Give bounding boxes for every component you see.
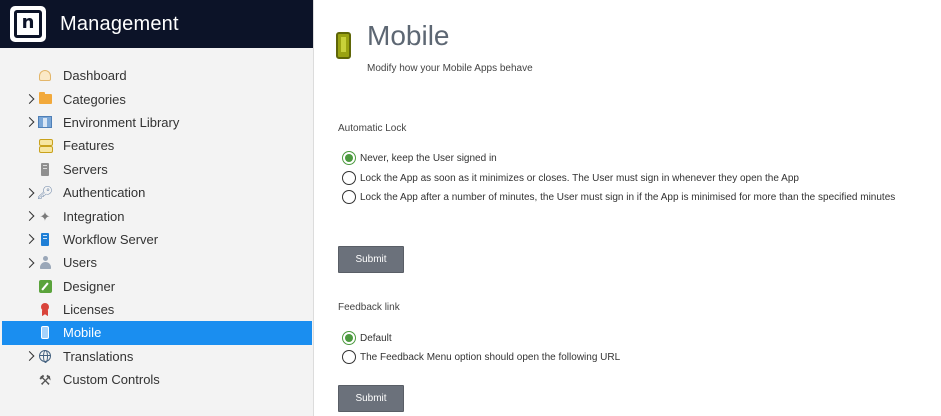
radio-button[interactable] bbox=[342, 151, 356, 165]
main-content: Mobile Modify how your Mobile Apps behav… bbox=[315, 0, 941, 416]
mobile-phone-icon bbox=[336, 32, 351, 59]
automatic-lock-option-never[interactable]: Never, keep the User signed in bbox=[342, 151, 497, 165]
sidebar-item-label: Dashboard bbox=[63, 68, 127, 84]
feedback-link-option-custom-url[interactable]: The Feedback Menu option should open the… bbox=[342, 350, 620, 364]
server-icon bbox=[38, 162, 52, 176]
environment-library-icon bbox=[38, 115, 52, 129]
sidebar-item-licenses[interactable]: Licenses bbox=[0, 298, 313, 321]
puzzle-icon: ✦ bbox=[39, 208, 51, 224]
radio-button[interactable] bbox=[342, 171, 356, 185]
chevron-right-icon[interactable] bbox=[24, 211, 35, 221]
sidebar-item-integration[interactable]: ✦ Integration bbox=[0, 204, 313, 227]
automatic-lock-submit-button[interactable]: Submit bbox=[338, 246, 404, 273]
radio-label: Default bbox=[360, 332, 392, 344]
folder-icon bbox=[38, 92, 52, 106]
license-ribbon-icon bbox=[38, 303, 52, 317]
key-icon: 🔑︎ bbox=[36, 185, 54, 201]
radio-label: Never, keep the User signed in bbox=[360, 152, 497, 164]
page-title: Mobile bbox=[367, 20, 450, 51]
sidebar-item-label: Authentication bbox=[63, 185, 146, 201]
sidebar-item-workflow-server[interactable]: Workflow Server bbox=[0, 228, 313, 251]
user-icon bbox=[38, 256, 52, 270]
sidebar-item-label: Workflow Server bbox=[63, 231, 159, 247]
radio-label: Lock the App after a number of minutes, … bbox=[360, 191, 896, 203]
sidebar-item-designer[interactable]: Designer bbox=[0, 275, 313, 298]
sidebar-item-authentication[interactable]: 🔑︎ Authentication bbox=[0, 181, 313, 204]
mobile-phone-icon bbox=[38, 326, 52, 340]
sidebar-item-mobile[interactable]: Mobile bbox=[2, 321, 312, 345]
sidebar-item-dashboard[interactable]: Dashboard bbox=[0, 64, 313, 87]
sidebar-item-custom-controls[interactable]: ⚒ Custom Controls bbox=[0, 368, 313, 391]
sidebar-item-label: Categories bbox=[63, 91, 126, 107]
sidebar-item-label: Licenses bbox=[63, 302, 115, 318]
sidebar-item-label: Environment Library bbox=[63, 114, 180, 130]
sidebar-item-servers[interactable]: Servers bbox=[0, 158, 313, 181]
radio-button[interactable] bbox=[342, 190, 356, 204]
sidebar-item-label: Servers bbox=[63, 161, 108, 177]
chevron-right-icon[interactable] bbox=[24, 257, 35, 268]
sidebar-item-label: Designer bbox=[63, 278, 116, 294]
sidebar-item-environment-library[interactable]: Environment Library bbox=[0, 111, 313, 134]
app-title: Management bbox=[60, 12, 179, 35]
sidebar-nav: Dashboard Categories Environment Library… bbox=[0, 64, 313, 391]
radio-button[interactable] bbox=[342, 350, 356, 364]
feedback-link-submit-button[interactable]: Submit bbox=[338, 385, 404, 412]
automatic-lock-option-immediate[interactable]: Lock the App as soon as it minimizes or … bbox=[342, 171, 799, 185]
sidebar-item-label: Mobile bbox=[63, 325, 102, 341]
chevron-right-icon[interactable] bbox=[24, 187, 35, 198]
sidebar-item-label: Translations bbox=[63, 348, 134, 364]
radio-label: The Feedback Menu option should open the… bbox=[360, 351, 621, 363]
radio-label: Lock the App as soon as it minimizes or … bbox=[360, 172, 799, 184]
sidebar-item-label: Features bbox=[63, 138, 115, 154]
workflow-server-icon bbox=[38, 232, 52, 246]
chevron-right-icon[interactable] bbox=[24, 117, 35, 128]
chevron-right-icon[interactable] bbox=[24, 351, 35, 362]
tools-icon: ⚒ bbox=[38, 371, 52, 388]
chevron-right-icon[interactable] bbox=[24, 94, 35, 105]
page-subtitle: Modify how your Mobile Apps behave bbox=[367, 63, 533, 74]
dashboard-icon bbox=[38, 69, 52, 83]
automatic-lock-option-after-minutes[interactable]: Lock the App after a number of minutes, … bbox=[342, 190, 895, 204]
feedback-link-label: Feedback link bbox=[338, 302, 400, 313]
features-icon bbox=[38, 139, 53, 154]
sidebar-item-categories[interactable]: Categories bbox=[0, 87, 313, 110]
feedback-link-option-default[interactable]: Default bbox=[342, 331, 392, 345]
sidebar-item-label: Integration bbox=[63, 208, 125, 224]
sidebar-item-label: Custom Controls bbox=[63, 372, 160, 388]
brand-bar: n Management bbox=[0, 0, 313, 48]
globe-icon bbox=[38, 349, 52, 364]
logo-mark: n bbox=[14, 10, 42, 38]
sidebar-item-translations[interactable]: Translations bbox=[0, 345, 313, 368]
automatic-lock-label: Automatic Lock bbox=[338, 123, 407, 134]
sidebar-item-features[interactable]: Features bbox=[0, 134, 313, 157]
chevron-right-icon[interactable] bbox=[24, 234, 35, 245]
app-logo[interactable]: n bbox=[10, 6, 46, 42]
radio-button[interactable] bbox=[342, 331, 356, 345]
sidebar: n Management Dashboard Categories Enviro… bbox=[0, 0, 314, 416]
sidebar-item-users[interactable]: Users bbox=[0, 251, 313, 274]
sidebar-item-label: Users bbox=[63, 255, 97, 271]
designer-icon bbox=[38, 279, 52, 293]
